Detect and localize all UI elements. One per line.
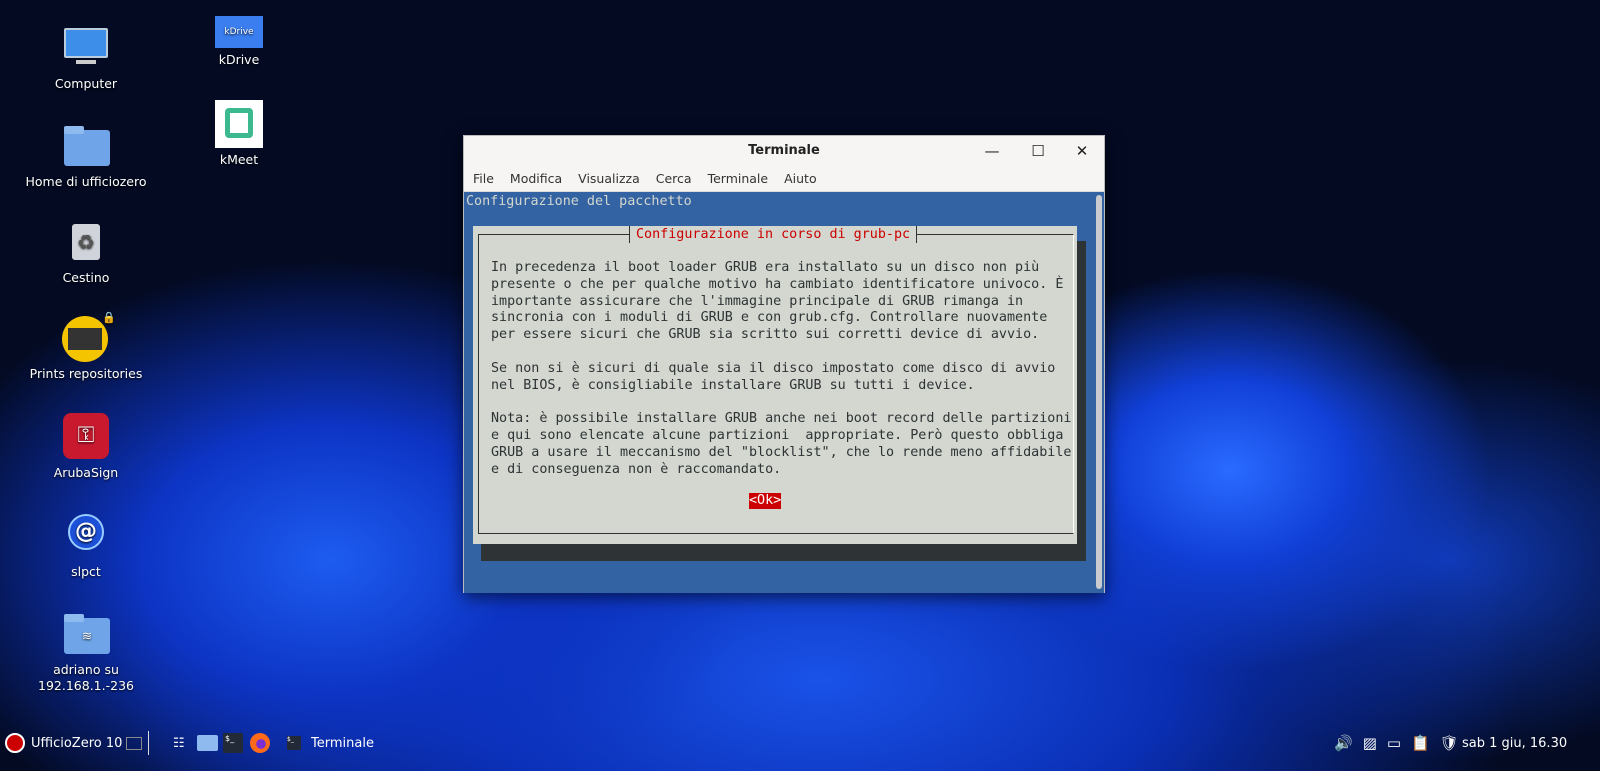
window-title: Terminale <box>748 143 820 158</box>
title-bar[interactable]: Terminale — ☐ ✕ <box>464 136 1104 166</box>
system-tray: 🔊 ▨ ▭ 📋 🛡 <box>1334 729 1459 757</box>
menu-bar: File Modifica Visualizza Cerca Terminale… <box>464 166 1104 192</box>
menu-file[interactable]: File <box>473 171 494 186</box>
workspace-switcher-icon[interactable]: ☷ <box>173 729 185 757</box>
image-viewer-icon[interactable]: ▨ <box>1363 734 1377 752</box>
menu-modifica[interactable]: Modifica <box>510 171 562 186</box>
firefox-icon[interactable] <box>250 729 270 757</box>
arubasign-icon: ⚿ <box>62 413 110 461</box>
dialog-body: In precedenza il boot loader GRUB era in… <box>491 260 1071 478</box>
grub-dialog: Configurazione in corso di grub-pc In pr… <box>473 226 1077 544</box>
desktop-icon-kdrive[interactable]: kDrive kDrive <box>164 16 314 68</box>
taskbar-task-terminale[interactable]: $_ Terminale <box>287 729 374 757</box>
menu-terminale[interactable]: Terminale <box>708 171 769 186</box>
taskbar-separator <box>148 731 149 755</box>
show-desktop-icon[interactable] <box>126 729 142 757</box>
display-icon[interactable]: ▭ <box>1387 734 1401 752</box>
start-menu-button[interactable]: UfficioZero 10 <box>5 729 122 757</box>
terminal-area[interactable]: Configurazione del pacchetto Configurazi… <box>464 192 1104 593</box>
menu-aiuto[interactable]: Aiuto <box>784 171 817 186</box>
network-folder-icon: ≋ <box>62 610 110 658</box>
scrollbar[interactable] <box>1096 195 1102 589</box>
desktop-icon-computer[interactable]: Computer <box>11 24 161 92</box>
maximize-button[interactable]: ☐ <box>1018 136 1058 166</box>
desktop-icon-prints[interactable]: 🔒 Prints repositories <box>11 314 161 382</box>
desktop-icon-network-share[interactable]: ≋ adriano su 192.168.1.-236 <box>11 610 161 694</box>
clipboard-icon[interactable]: 📋 <box>1411 734 1430 752</box>
desktop-icon-slpct[interactable]: @ slpct <box>11 512 161 580</box>
desktop-icon-trash[interactable]: ♻ Cestino <box>11 218 161 286</box>
printer-icon: 🔒 <box>62 314 110 362</box>
slpct-icon: @ <box>62 512 110 560</box>
trash-icon: ♻ <box>62 218 110 266</box>
terminal-launcher-icon[interactable]: $_ <box>223 729 243 757</box>
kmeet-icon <box>215 100 263 148</box>
kdrive-icon: kDrive <box>215 16 263 48</box>
file-manager-icon[interactable] <box>197 729 218 757</box>
desktop-icon-arubasign[interactable]: ⚿ ArubaSign <box>11 413 161 481</box>
terminal-window: Terminale — ☐ ✕ File Modifica Visualizza… <box>463 135 1105 593</box>
ok-button[interactable]: <Ok> <box>749 493 781 509</box>
home-folder-icon <box>62 122 110 170</box>
clock[interactable]: sab 1 giu, 16.30 <box>1462 729 1567 757</box>
computer-icon <box>62 24 110 72</box>
minimize-button[interactable]: — <box>972 136 1012 166</box>
desktop-icon-home[interactable]: Home di ufficiozero <box>11 122 161 190</box>
dialog-title: Configurazione in corso di grub-pc <box>629 226 917 243</box>
menu-cerca[interactable]: Cerca <box>656 171 692 186</box>
menu-visualizza[interactable]: Visualizza <box>578 171 640 186</box>
ufficiozero-logo-icon <box>5 733 25 753</box>
close-button[interactable]: ✕ <box>1062 136 1102 166</box>
shield-icon[interactable]: 🛡 <box>1440 734 1459 752</box>
dialog-frame: Configurazione in corso di grub-pc In pr… <box>478 234 1074 534</box>
package-config-header: Configurazione del pacchetto <box>466 194 692 209</box>
volume-icon[interactable]: 🔊 <box>1334 734 1353 752</box>
terminal-task-icon: $_ <box>287 736 301 750</box>
taskbar: UfficioZero 10 ☷ $_ $_ Terminale 🔊 ▨ ▭ 📋… <box>0 729 1600 771</box>
desktop-icon-kmeet[interactable]: kMeet <box>164 100 314 168</box>
